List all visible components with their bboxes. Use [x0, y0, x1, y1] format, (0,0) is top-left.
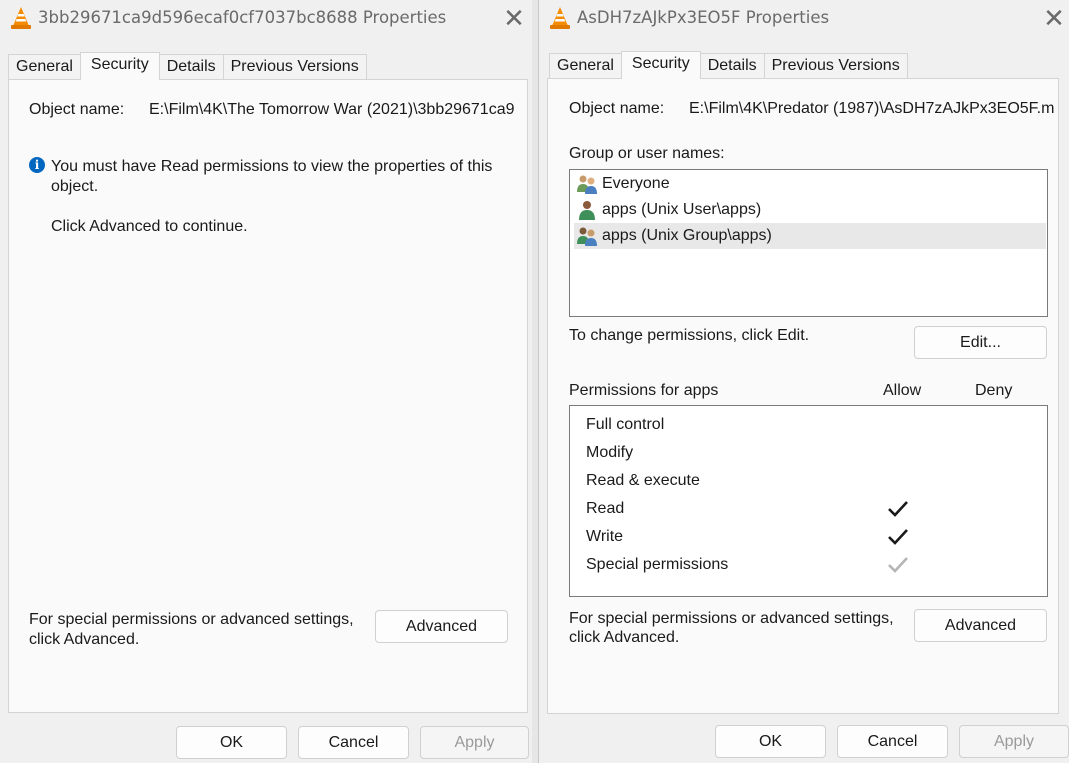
tab-general[interactable]: General: [8, 54, 81, 80]
tab-previous-versions[interactable]: Previous Versions: [763, 53, 908, 79]
allow-check-disabled-icon: [888, 557, 908, 573]
permission-name: Modify: [586, 444, 634, 461]
info-message-line1: You must have Read permissions to view t…: [51, 158, 493, 175]
permission-name: Read & execute: [586, 472, 700, 489]
edit-button[interactable]: Edit...: [914, 326, 1047, 359]
click-advanced-message: Click Advanced to continue.: [51, 218, 248, 235]
special-permissions-text-line2: click Advanced.: [569, 629, 680, 646]
list-item-unix-group-apps[interactable]: apps (Unix Group\apps): [574, 223, 1046, 249]
group-user-names-label: Group or user names:: [569, 145, 725, 162]
security-panel: Object name: E:\Film\4K\The Tomorrow War…: [8, 79, 528, 713]
properties-window-right: AsDH7zAJkPx3EO5F Properties ✕ General Se…: [538, 0, 1069, 763]
permission-name: Special permissions: [586, 556, 729, 573]
window-title: AsDH7zAJkPx3EO5F Properties: [577, 8, 830, 27]
user-name: apps (Unix User\apps): [602, 201, 762, 218]
cancel-button[interactable]: Cancel: [298, 726, 409, 759]
permission-name: Write: [586, 528, 624, 545]
tab-details[interactable]: Details: [158, 54, 224, 80]
allow-column-header: Allow: [883, 382, 922, 399]
permission-name: Full control: [586, 416, 665, 433]
user-icon: [579, 201, 595, 220]
ok-button[interactable]: OK: [176, 726, 287, 759]
tab-general[interactable]: General: [549, 53, 622, 79]
info-message-line2: object.: [51, 178, 99, 195]
allow-check-icon: [888, 529, 908, 545]
user-name: Everyone: [602, 175, 670, 192]
object-name-label: Object name:: [29, 101, 125, 118]
tab-security[interactable]: Security: [620, 51, 701, 79]
window-title: 3bb29671ca9d596ecaf0cf7037bc8688 Propert…: [38, 8, 447, 27]
group-icon: [577, 175, 597, 194]
permission-row-special: Special permissions: [586, 552, 1047, 580]
close-button[interactable]: ✕: [499, 3, 529, 33]
group-icon: [577, 227, 597, 246]
object-name-value: E:\Film\4K\The Tomorrow War (2021)\3bb29…: [149, 101, 515, 118]
advanced-button[interactable]: Advanced: [914, 609, 1047, 642]
title-bar[interactable]: AsDH7zAJkPx3EO5F Properties ✕: [539, 0, 1069, 36]
permissions-for-label: Permissions for apps: [569, 382, 719, 399]
permission-name: Read: [586, 500, 625, 517]
permission-row-modify: Modify: [586, 440, 1047, 468]
allow-check-icon: [888, 501, 908, 517]
change-permissions-text: To change permissions, click Edit.: [569, 327, 810, 344]
info-icon: i: [29, 157, 45, 173]
permissions-list[interactable]: Full control Modify Read & execute Read …: [569, 405, 1048, 597]
apply-button[interactable]: Apply: [959, 725, 1069, 758]
title-bar[interactable]: 3bb29671ca9d596ecaf0cf7037bc8688 Propert…: [0, 0, 532, 36]
permission-row-read-execute: Read & execute: [586, 468, 1047, 496]
special-permissions-text-line1: For special permissions or advanced sett…: [569, 610, 894, 627]
user-list[interactable]: Everyone apps (Unix User\apps) apps (Uni…: [569, 169, 1048, 317]
vlc-cone-icon: [550, 7, 570, 29]
permission-row-write: Write: [586, 524, 1047, 552]
ok-button[interactable]: OK: [715, 725, 826, 758]
list-item-everyone[interactable]: Everyone: [574, 171, 1046, 197]
close-icon: ✕: [503, 3, 525, 33]
tab-strip: General Security Details Previous Versio…: [549, 51, 908, 79]
list-item-unix-user-apps[interactable]: apps (Unix User\apps): [574, 197, 1046, 223]
object-name-value: E:\Film\4K\Predator (1987)\AsDH7zAJkPx3E…: [689, 100, 1055, 117]
tab-security[interactable]: Security: [79, 52, 160, 80]
deny-column-header: Deny: [975, 382, 1013, 399]
close-icon: ✕: [1043, 3, 1065, 33]
tab-details[interactable]: Details: [699, 53, 765, 79]
special-permissions-text-line2: click Advanced.: [29, 631, 140, 648]
security-panel: Object name: E:\Film\4K\Predator (1987)\…: [547, 78, 1059, 714]
tab-previous-versions[interactable]: Previous Versions: [222, 54, 367, 80]
object-name-label: Object name:: [569, 100, 665, 117]
special-permissions-text-line1: For special permissions or advanced sett…: [29, 611, 354, 628]
advanced-button[interactable]: Advanced: [375, 610, 508, 643]
close-button[interactable]: ✕: [1039, 3, 1069, 33]
permission-row-full-control: Full control: [586, 412, 1047, 440]
user-name: apps (Unix Group\apps): [602, 227, 772, 244]
cancel-button[interactable]: Cancel: [837, 725, 948, 758]
properties-window-left: 3bb29671ca9d596ecaf0cf7037bc8688 Propert…: [0, 0, 532, 763]
permission-row-read: Read: [586, 496, 1047, 524]
tab-strip: General Security Details Previous Versio…: [8, 52, 367, 80]
apply-button[interactable]: Apply: [420, 726, 529, 759]
vlc-cone-icon: [11, 7, 31, 29]
